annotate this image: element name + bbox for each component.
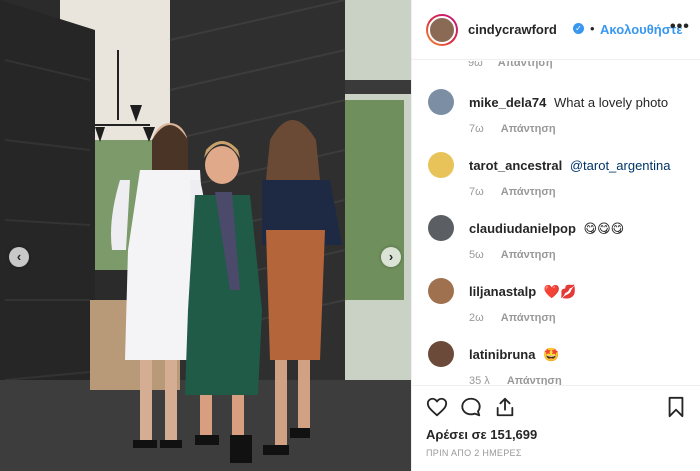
comment-body: ❤️💋 (543, 284, 577, 299)
verified-badge-icon: ✓ (573, 23, 584, 34)
list-item: mike_dela74 What a lovely photo 7ω Απάντ… (412, 89, 700, 151)
heart-icon[interactable] (426, 396, 448, 418)
list-item: claudiudanielpop 😋😋😋 5ω Απάντηση (412, 215, 700, 277)
commenter-avatar[interactable] (428, 278, 454, 304)
comment-time: 5ω (469, 249, 484, 261)
comment-text: liljanastalp ❤️💋 (469, 284, 576, 300)
reply-button[interactable]: Απάντηση (501, 186, 556, 198)
comment-meta: 35 λ Απάντηση (469, 375, 562, 385)
instagram-post-modal: ‹ › cindycrawford ✓ • Ακολουθήστε ••• 9ω… (0, 0, 700, 471)
post-photo[interactable]: ‹ › (0, 0, 411, 471)
post-date: ΠΡΙΝ ΑΠΟ 2 ΗΜΕΡΕΣ (426, 448, 522, 458)
comment-text: mike_dela74 What a lovely photo (469, 95, 668, 110)
likes-count[interactable]: Αρέσει σε 151,699 (426, 427, 537, 442)
list-item: liljanastalp ❤️💋 2ω Απάντηση (412, 278, 700, 340)
comment-text: latinibruna 🤩 (469, 347, 559, 363)
comment-meta: 2ω Απάντηση (469, 312, 556, 324)
post-actions: Αρέσει σε 151,699 ΠΡΙΝ ΑΠΟ 2 ΗΜΕΡΕΣ (412, 385, 700, 471)
reply-button[interactable]: Απάντηση (501, 312, 556, 324)
comment-time: 35 λ (469, 375, 490, 385)
next-photo-button[interactable]: › (381, 247, 401, 267)
commenter-username[interactable]: claudiudanielpop (469, 221, 576, 236)
post-header: cindycrawford ✓ • Ακολουθήστε ••• (412, 0, 700, 60)
reply-button[interactable]: Απάντηση (501, 123, 556, 135)
commenter-avatar[interactable] (428, 341, 454, 367)
comment-time: 7ω (469, 186, 484, 198)
commenter-username[interactable]: liljanastalp (469, 284, 536, 299)
comment-body: 😋😋😋 (583, 221, 625, 236)
reply-button[interactable]: Απάντηση (501, 249, 556, 261)
bookmark-icon[interactable] (665, 396, 687, 418)
share-icon[interactable] (494, 396, 516, 418)
comments-list[interactable]: 9ω Απάντηση mike_dela74 What a lovely ph… (412, 61, 700, 385)
comment-body: 🤩 (543, 347, 560, 362)
commenter-username[interactable]: tarot_ancestral (469, 158, 562, 173)
list-item: latinibruna 🤩 35 λ Απάντηση (412, 341, 700, 385)
comment-time: 2ω (469, 312, 484, 324)
comment-meta: 7ω Απάντηση (469, 186, 556, 198)
comment-body: What a lovely photo (553, 95, 669, 110)
partial-comment-meta: 9ω Απάντηση (468, 61, 553, 69)
separator-dot: • (590, 21, 595, 36)
commenter-username[interactable]: mike_dela74 (469, 95, 546, 110)
comment-meta: 5ω Απάντηση (469, 249, 556, 261)
previous-photo-button[interactable]: ‹ (9, 247, 29, 267)
reply-button[interactable]: Απάντηση (498, 61, 553, 69)
reply-button[interactable]: Απάντηση (507, 375, 562, 385)
comment-text: tarot_ancestral @tarot_argentina (469, 158, 671, 173)
list-item: tarot_ancestral @tarot_argentina 7ω Απάν… (412, 152, 700, 214)
comment-meta: 7ω Απάντηση (469, 123, 556, 135)
author-avatar[interactable] (426, 14, 458, 46)
comment-icon[interactable] (460, 396, 482, 418)
commenter-username[interactable]: latinibruna (469, 347, 535, 362)
comment-time: 9ω (468, 61, 483, 69)
mention-link[interactable]: @tarot_argentina (570, 158, 671, 173)
photo-illustration (0, 0, 411, 471)
commenter-avatar[interactable] (428, 89, 454, 115)
author-username[interactable]: cindycrawford (468, 22, 557, 37)
commenter-avatar[interactable] (428, 215, 454, 241)
commenter-avatar[interactable] (428, 152, 454, 178)
post-sidebar: cindycrawford ✓ • Ακολουθήστε ••• 9ω Απά… (411, 0, 700, 471)
comment-text: claudiudanielpop 😋😋😋 (469, 221, 624, 237)
more-options-icon[interactable]: ••• (670, 18, 690, 36)
comment-time: 7ω (469, 123, 484, 135)
